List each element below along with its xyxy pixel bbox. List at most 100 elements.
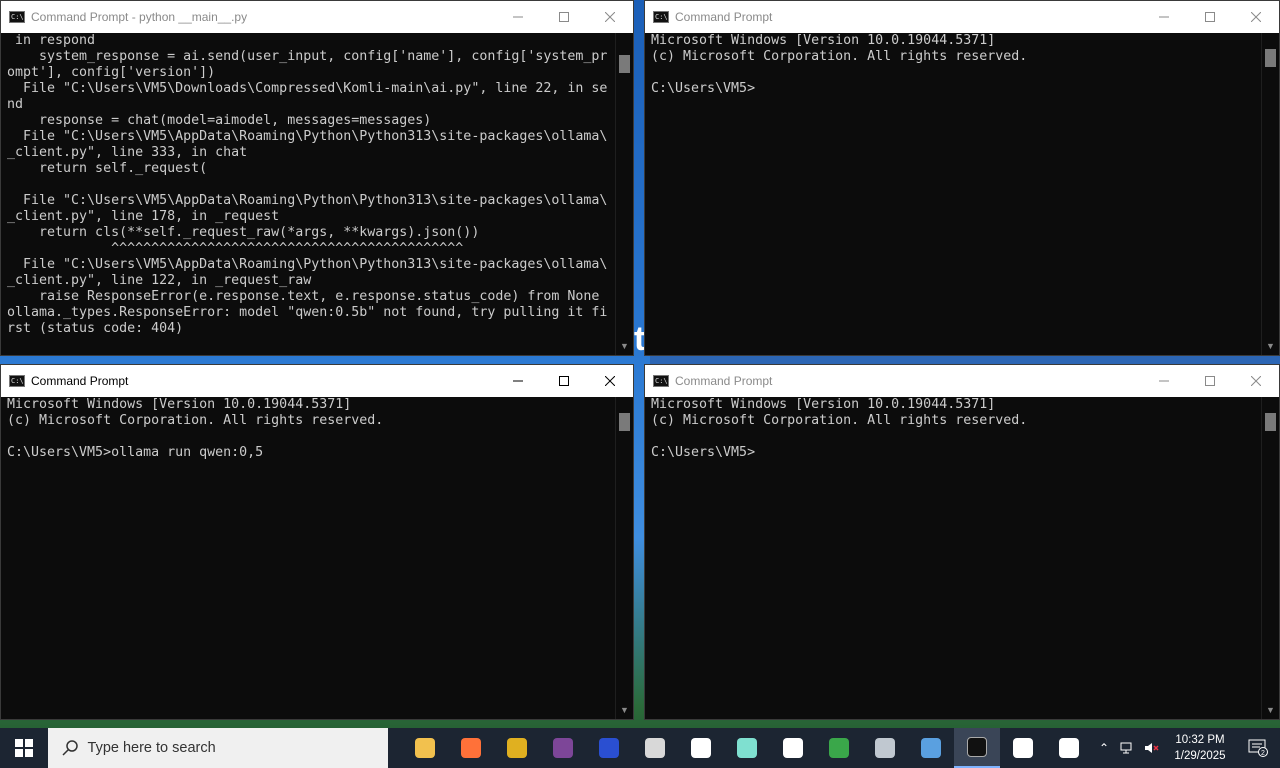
window-title: Command Prompt — [675, 10, 773, 24]
drive-app-taskbar-button[interactable] — [862, 728, 908, 768]
control-panel-icon — [921, 738, 941, 758]
command-prompt-icon — [9, 375, 25, 387]
close-button[interactable] — [1233, 1, 1279, 33]
app-yellow-taskbar-button[interactable] — [494, 728, 540, 768]
window-title: Command Prompt - python __main__.py — [31, 10, 248, 24]
drive-app-icon — [875, 738, 895, 758]
console-line: File "C:\Users\VM5\AppData\Roaming\Pytho… — [7, 193, 608, 208]
console-line: File "C:\Users\VM5\AppData\Roaming\Pytho… — [7, 257, 608, 272]
console-line: ollama._types.ResponseError: model "qwen… — [7, 305, 608, 320]
app-blue-taskbar-button[interactable] — [586, 728, 632, 768]
window-title: Command Prompt — [31, 374, 129, 388]
maximize-button[interactable] — [541, 365, 587, 397]
tor-browser-icon — [553, 738, 573, 758]
cmd-window-ollama[interactable]: Command Prompt Microsoft Windows [Versio… — [0, 364, 634, 720]
vertical-scrollbar[interactable]: ▼ — [615, 33, 633, 355]
console-line: Microsoft Windows [Version 10.0.19044.53… — [651, 33, 996, 48]
console-output[interactable]: in respond system_response = ai.send(use… — [1, 33, 616, 355]
console-line: Microsoft Windows [Version 10.0.19044.53… — [651, 397, 996, 412]
maximize-button[interactable] — [1187, 365, 1233, 397]
minimize-button[interactable] — [1141, 365, 1187, 397]
notification-icon: 2 — [1248, 739, 1268, 757]
scroll-down-arrow[interactable]: ▼ — [1262, 339, 1279, 353]
console-line: return cls(**self._request_raw(*args, **… — [7, 225, 480, 240]
close-button[interactable] — [587, 365, 633, 397]
vertical-scrollbar[interactable]: ▼ — [1261, 397, 1279, 719]
console-output[interactable]: Microsoft Windows [Version 10.0.19044.53… — [645, 397, 1262, 719]
minimize-button[interactable] — [495, 1, 541, 33]
scrollbar-thumb[interactable] — [1265, 413, 1276, 431]
7zip-taskbar-button[interactable] — [770, 728, 816, 768]
clock-date: 1/29/2025 — [1174, 750, 1226, 762]
show-hidden-icons-icon[interactable]: ⌃ — [1092, 741, 1116, 755]
volume-muted-icon[interactable] — [1140, 742, 1164, 754]
edge-legacy-taskbar-button[interactable] — [816, 728, 862, 768]
vertical-scrollbar[interactable]: ▼ — [1261, 33, 1279, 355]
ollama-1-taskbar-button[interactable] — [1000, 728, 1046, 768]
close-button[interactable] — [587, 1, 633, 33]
ollama-2-taskbar-button[interactable] — [1046, 728, 1092, 768]
system-tray: ⌃ 10:32 PM 1/29/2025 2 — [1092, 728, 1280, 768]
scroll-down-arrow[interactable]: ▼ — [616, 703, 633, 717]
clock-time: 10:32 PM — [1175, 734, 1225, 746]
console-line: File "C:\Users\VM5\AppData\Roaming\Pytho… — [7, 129, 608, 144]
maximize-button[interactable] — [1187, 1, 1233, 33]
roblox-icon — [645, 738, 665, 758]
start-button[interactable] — [0, 728, 48, 768]
cmd-window-bottom-right[interactable]: Command Prompt Microsoft Windows [Versio… — [644, 364, 1280, 720]
star-app-taskbar-button[interactable] — [678, 728, 724, 768]
pinned-apps — [402, 728, 1092, 768]
file-explorer-icon — [415, 738, 435, 758]
vertical-scrollbar[interactable]: ▼ — [615, 397, 633, 719]
scrollbar-thumb[interactable] — [619, 55, 630, 73]
title-bar[interactable]: Command Prompt — [645, 1, 1279, 33]
search-placeholder: Type here to search — [87, 740, 216, 756]
cmd-window-python[interactable]: Command Prompt - python __main__.py in r… — [0, 0, 634, 356]
action-center-button[interactable]: 2 — [1236, 739, 1280, 757]
close-button[interactable] — [1233, 365, 1279, 397]
console-line: C:\Users\VM5>ollama run qwen:0,5 — [7, 445, 264, 460]
gem-app-taskbar-button[interactable] — [724, 728, 770, 768]
console-line: (c) Microsoft Corporation. All rights re… — [651, 49, 1028, 64]
scroll-down-arrow[interactable]: ▼ — [1262, 703, 1279, 717]
clock[interactable]: 10:32 PM 1/29/2025 — [1164, 732, 1236, 764]
console-line: _client.py", line 333, in chat — [7, 145, 248, 160]
scroll-down-arrow[interactable]: ▼ — [616, 339, 633, 353]
console-output[interactable]: Microsoft Windows [Version 10.0.19044.53… — [1, 397, 616, 719]
console-output[interactable]: Microsoft Windows [Version 10.0.19044.53… — [645, 33, 1262, 355]
tor-browser-taskbar-button[interactable] — [540, 728, 586, 768]
title-bar[interactable]: Command Prompt - python __main__.py — [1, 1, 633, 33]
command-prompt-icon — [653, 11, 669, 23]
cmd-window-top-right[interactable]: Command Prompt Microsoft Windows [Versio… — [644, 0, 1280, 356]
command-prompt-taskbar-button[interactable] — [954, 728, 1000, 768]
maximize-button[interactable] — [541, 1, 587, 33]
console-line: (c) Microsoft Corporation. All rights re… — [651, 413, 1028, 428]
scrollbar-thumb[interactable] — [1265, 49, 1276, 67]
title-bar[interactable]: Command Prompt — [1, 365, 633, 397]
desktop: t Command Prompt - python __main__.py in… — [0, 0, 1280, 768]
console-line: ^^^^^^^^^^^^^^^^^^^^^^^^^^^^^^^^^^^^^^^^… — [7, 241, 464, 256]
console-line: system_response = ai.send(user_input, co… — [7, 49, 608, 64]
console-line: raise ResponseError(e.response.text, e.r… — [7, 289, 600, 304]
ollama-icon-1 — [1013, 738, 1033, 758]
console-line: _client.py", line 122, in _request_raw — [7, 273, 312, 288]
command-prompt-icon — [653, 375, 669, 387]
search-box[interactable]: Type here to search — [47, 728, 388, 768]
desktop-strip — [650, 356, 1280, 364]
control-panel-taskbar-button[interactable] — [908, 728, 954, 768]
minimize-button[interactable] — [1141, 1, 1187, 33]
console-line: in respond — [7, 33, 96, 48]
star-app-icon — [691, 738, 711, 758]
roblox-taskbar-button[interactable] — [632, 728, 678, 768]
minimize-button[interactable] — [495, 365, 541, 397]
console-line: return self._request( — [7, 161, 208, 176]
title-bar[interactable]: Command Prompt — [645, 365, 1279, 397]
network-icon[interactable] — [1116, 742, 1140, 754]
firefox-taskbar-button[interactable] — [448, 728, 494, 768]
console-line: nd — [7, 97, 24, 112]
file-explorer-taskbar-button[interactable] — [402, 728, 448, 768]
scrollbar-thumb[interactable] — [619, 413, 630, 431]
